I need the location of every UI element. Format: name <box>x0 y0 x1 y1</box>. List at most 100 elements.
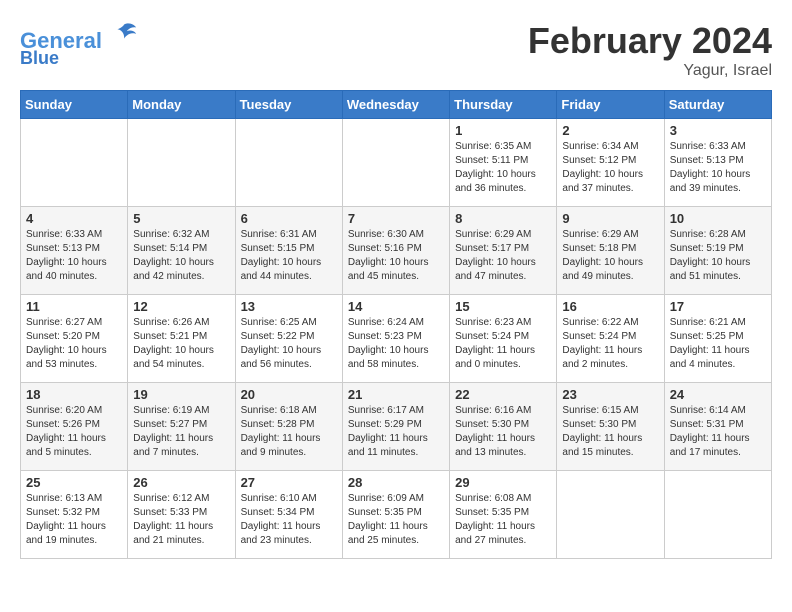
calendar-cell: 27 Sunrise: 6:10 AM Sunset: 5:34 PM Dayli… <box>235 471 342 559</box>
day-number: 28 <box>348 475 444 490</box>
calendar-week-3: 11 Sunrise: 6:27 AM Sunset: 5:20 PM Dayli… <box>21 295 772 383</box>
day-number: 7 <box>348 211 444 226</box>
weekday-header-monday: Monday <box>128 91 235 119</box>
calendar-cell: 24Sunrise: 6:14 AM Sunset: 5:31 PM Dayli… <box>664 383 771 471</box>
day-info: Sunrise: 6:32 AM Sunset: 5:14 PM Dayligh… <box>133 228 229 284</box>
month-title: February 2024 <box>528 20 772 62</box>
calendar-body: 1 Sunrise: 6:35 AM Sunset: 5:11 PM Daylig… <box>21 119 772 559</box>
day-info: Sunrise: 6:24 AM Sunset: 5:23 PM Dayligh… <box>348 316 444 372</box>
day-number: 20 <box>241 387 337 402</box>
calendar-cell: 4 Sunrise: 6:33 AM Sunset: 5:13 PM Daylig… <box>21 207 128 295</box>
day-number: 6 <box>241 211 337 226</box>
day-number: 13 <box>241 299 337 314</box>
day-number: 8 <box>455 211 551 226</box>
day-info: Sunrise: 6:23 AM Sunset: 5:24 PM Dayligh… <box>455 316 551 372</box>
calendar-header: SundayMondayTuesdayWednesdayThursdayFrid… <box>21 91 772 119</box>
calendar-week-1: 1 Sunrise: 6:35 AM Sunset: 5:11 PM Daylig… <box>21 119 772 207</box>
day-info: Sunrise: 6:27 AM Sunset: 5:20 PM Dayligh… <box>26 316 122 372</box>
calendar-week-4: 18 Sunrise: 6:20 AM Sunset: 5:26 PM Dayli… <box>21 383 772 471</box>
calendar-cell: 13 Sunrise: 6:25 AM Sunset: 5:22 PM Dayli… <box>235 295 342 383</box>
day-number: 9 <box>562 211 658 226</box>
calendar-cell: 19 Sunrise: 6:19 AM Sunset: 5:27 PM Dayli… <box>128 383 235 471</box>
day-number: 23 <box>562 387 658 402</box>
day-info: Sunrise: 6:21 AM Sunset: 5:25 PM Dayligh… <box>670 316 766 372</box>
day-number: 15 <box>455 299 551 314</box>
calendar-cell: 11 Sunrise: 6:27 AM Sunset: 5:20 PM Dayli… <box>21 295 128 383</box>
day-info: Sunrise: 6:20 AM Sunset: 5:26 PM Dayligh… <box>26 404 122 460</box>
day-number: 14 <box>348 299 444 314</box>
day-info: Sunrise: 6:19 AM Sunset: 5:27 PM Dayligh… <box>133 404 229 460</box>
logo-bird-icon <box>110 20 138 48</box>
calendar-cell: 12 Sunrise: 6:26 AM Sunset: 5:21 PM Dayli… <box>128 295 235 383</box>
day-info: Sunrise: 6:10 AM Sunset: 5:34 PM Dayligh… <box>241 492 337 548</box>
calendar-cell: 17 Sunrise: 6:21 AM Sunset: 5:25 PM Dayli… <box>664 295 771 383</box>
calendar-cell: 6 Sunrise: 6:31 AM Sunset: 5:15 PM Daylig… <box>235 207 342 295</box>
weekday-header-sunday: Sunday <box>21 91 128 119</box>
calendar-cell: 22 Sunrise: 6:16 AM Sunset: 5:30 PM Dayli… <box>450 383 557 471</box>
day-info: Sunrise: 6:33 AM Sunset: 5:13 PM Dayligh… <box>670 140 766 196</box>
calendar-cell: 16 Sunrise: 6:22 AM Sunset: 5:24 PM Dayli… <box>557 295 664 383</box>
weekday-row: SundayMondayTuesdayWednesdayThursdayFrid… <box>21 91 772 119</box>
day-info: Sunrise: 6:13 AM Sunset: 5:32 PM Dayligh… <box>26 492 122 548</box>
calendar-cell: 28 Sunrise: 6:09 AM Sunset: 5:35 PM Dayli… <box>342 471 449 559</box>
calendar-week-5: 25 Sunrise: 6:13 AM Sunset: 5:32 PM Dayli… <box>21 471 772 559</box>
calendar-cell <box>128 119 235 207</box>
day-number: 22 <box>455 387 551 402</box>
day-info: Sunrise: 6:15 AM Sunset: 5:30 PM Dayligh… <box>562 404 658 460</box>
day-number: 16 <box>562 299 658 314</box>
day-number: 19 <box>133 387 229 402</box>
day-number: 1 <box>455 123 551 138</box>
weekday-header-thursday: Thursday <box>450 91 557 119</box>
calendar-week-2: 4 Sunrise: 6:33 AM Sunset: 5:13 PM Daylig… <box>21 207 772 295</box>
calendar-cell <box>664 471 771 559</box>
day-info: Sunrise: 6:25 AM Sunset: 5:22 PM Dayligh… <box>241 316 337 372</box>
page-header: General Blue February 2024 Yagur, Israel <box>20 20 772 80</box>
calendar-cell: 2 Sunrise: 6:34 AM Sunset: 5:12 PM Daylig… <box>557 119 664 207</box>
day-number: 26 <box>133 475 229 490</box>
calendar-cell: 20 Sunrise: 6:18 AM Sunset: 5:28 PM Dayli… <box>235 383 342 471</box>
day-info: Sunrise: 6:22 AM Sunset: 5:24 PM Dayligh… <box>562 316 658 372</box>
day-info: Sunrise: 6:31 AM Sunset: 5:15 PM Dayligh… <box>241 228 337 284</box>
day-number: 3 <box>670 123 766 138</box>
calendar-cell: 1 Sunrise: 6:35 AM Sunset: 5:11 PM Daylig… <box>450 119 557 207</box>
day-number: 4 <box>26 211 122 226</box>
calendar-cell: 25 Sunrise: 6:13 AM Sunset: 5:32 PM Dayli… <box>21 471 128 559</box>
day-number: 2 <box>562 123 658 138</box>
calendar-cell: 21Sunrise: 6:17 AM Sunset: 5:29 PM Dayli… <box>342 383 449 471</box>
day-info: Sunrise: 6:34 AM Sunset: 5:12 PM Dayligh… <box>562 140 658 196</box>
calendar-cell: 5 Sunrise: 6:32 AM Sunset: 5:14 PM Daylig… <box>128 207 235 295</box>
day-number: 27 <box>241 475 337 490</box>
day-number: 25 <box>26 475 122 490</box>
day-number: 5 <box>133 211 229 226</box>
logo: General Blue <box>20 20 138 69</box>
calendar-cell: 3 Sunrise: 6:33 AM Sunset: 5:13 PM Daylig… <box>664 119 771 207</box>
day-info: Sunrise: 6:35 AM Sunset: 5:11 PM Dayligh… <box>455 140 551 196</box>
day-info: Sunrise: 6:16 AM Sunset: 5:30 PM Dayligh… <box>455 404 551 460</box>
day-number: 10 <box>670 211 766 226</box>
weekday-header-wednesday: Wednesday <box>342 91 449 119</box>
title-area: February 2024 Yagur, Israel <box>528 20 772 80</box>
weekday-header-tuesday: Tuesday <box>235 91 342 119</box>
day-number: 12 <box>133 299 229 314</box>
day-info: Sunrise: 6:26 AM Sunset: 5:21 PM Dayligh… <box>133 316 229 372</box>
calendar-cell <box>21 119 128 207</box>
day-info: Sunrise: 6:33 AM Sunset: 5:13 PM Dayligh… <box>26 228 122 284</box>
calendar-cell: 15 Sunrise: 6:23 AM Sunset: 5:24 PM Dayli… <box>450 295 557 383</box>
calendar-cell: 8Sunrise: 6:29 AM Sunset: 5:17 PM Daylig… <box>450 207 557 295</box>
calendar-cell: 9Sunrise: 6:29 AM Sunset: 5:18 PM Daylig… <box>557 207 664 295</box>
calendar-cell: 7 Sunrise: 6:30 AM Sunset: 5:16 PM Daylig… <box>342 207 449 295</box>
day-number: 11 <box>26 299 122 314</box>
day-number: 21 <box>348 387 444 402</box>
day-number: 17 <box>670 299 766 314</box>
day-number: 18 <box>26 387 122 402</box>
day-info: Sunrise: 6:08 AM Sunset: 5:35 PM Dayligh… <box>455 492 551 548</box>
day-number: 24 <box>670 387 766 402</box>
weekday-header-saturday: Saturday <box>664 91 771 119</box>
calendar-cell: 26Sunrise: 6:12 AM Sunset: 5:33 PM Dayli… <box>128 471 235 559</box>
day-info: Sunrise: 6:30 AM Sunset: 5:16 PM Dayligh… <box>348 228 444 284</box>
calendar-cell: 29Sunrise: 6:08 AM Sunset: 5:35 PM Dayli… <box>450 471 557 559</box>
day-info: Sunrise: 6:09 AM Sunset: 5:35 PM Dayligh… <box>348 492 444 548</box>
weekday-header-friday: Friday <box>557 91 664 119</box>
day-info: Sunrise: 6:18 AM Sunset: 5:28 PM Dayligh… <box>241 404 337 460</box>
day-info: Sunrise: 6:28 AM Sunset: 5:19 PM Dayligh… <box>670 228 766 284</box>
